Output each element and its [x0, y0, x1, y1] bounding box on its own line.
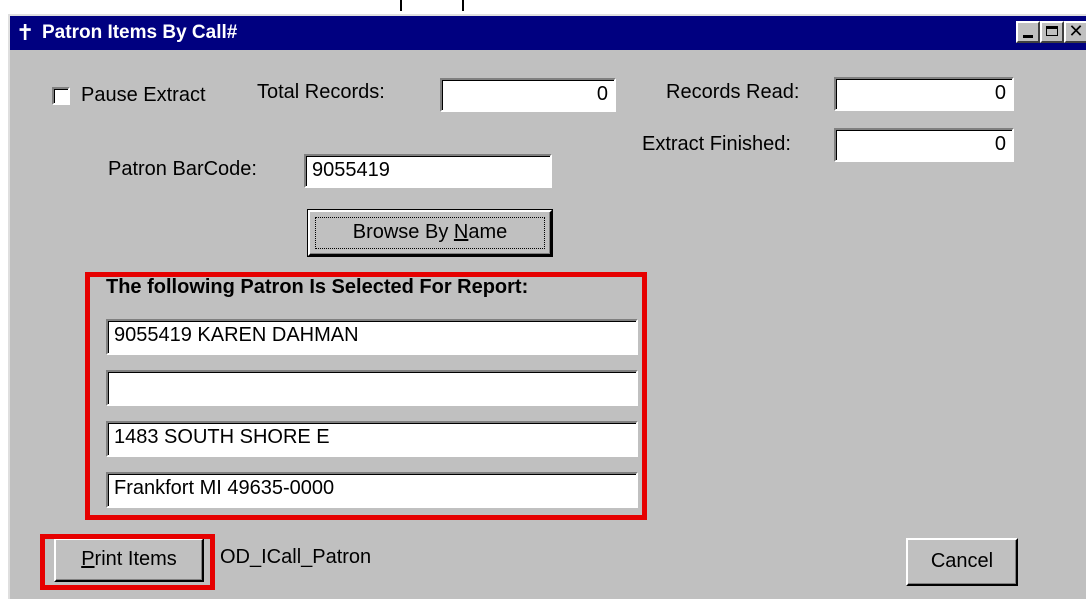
- records-read-label: Records Read:: [666, 81, 800, 103]
- patron-address-line2-field: 1483 SOUTH SHORE E: [106, 421, 638, 457]
- cancel-button[interactable]: Cancel: [906, 538, 1018, 586]
- title-bar[interactable]: ✝ Patron Items By Call# ✕: [10, 16, 1086, 50]
- minimize-button[interactable]: [1016, 21, 1040, 43]
- close-icon: ✕: [1068, 21, 1084, 41]
- pause-extract-label[interactable]: Pause Extract: [81, 84, 206, 107]
- print-button-label: rint Items: [94, 548, 177, 570]
- browse-by-name-button[interactable]: Browse By Name: [307, 209, 553, 257]
- patron-name-field: 9055419 KAREN DAHMAN: [106, 319, 638, 355]
- total-records-label: Total Records:: [257, 81, 385, 103]
- records-read-field: 0: [834, 77, 1014, 111]
- dialog-window: ✝ Patron Items By Call# ✕ Pause Extract …: [8, 14, 1086, 599]
- close-button[interactable]: ✕: [1064, 21, 1086, 43]
- patron-barcode-input[interactable]: 9055419: [304, 154, 552, 188]
- focus-rectangle: [315, 217, 545, 249]
- report-name-label: OD_ICall_Patron: [220, 546, 372, 568]
- extract-finished-label: Extract Finished:: [642, 133, 791, 155]
- patron-barcode-label: Patron BarCode:: [108, 158, 257, 180]
- selected-patron-heading: The following Patron Is Selected For Rep…: [106, 276, 529, 298]
- patron-city-state-zip-field: Frankfort MI 49635-0000: [106, 472, 638, 508]
- print-button-accelerator: P: [81, 548, 95, 570]
- background-mark: [462, 0, 464, 11]
- minimize-icon: [1023, 35, 1033, 38]
- print-items-button[interactable]: Print Items: [54, 538, 204, 582]
- extract-finished-field: 0: [834, 128, 1014, 162]
- patron-address-line1-field: [106, 370, 638, 406]
- background-mark: [400, 0, 402, 11]
- background-strip: [0, 0, 1086, 14]
- maximize-icon: [1046, 26, 1058, 36]
- maximize-button[interactable]: [1040, 21, 1064, 43]
- pause-extract-checkbox[interactable]: [52, 87, 70, 105]
- app-icon: ✝: [16, 20, 35, 45]
- total-records-field: 0: [440, 78, 616, 112]
- window-title: Patron Items By Call#: [42, 22, 238, 43]
